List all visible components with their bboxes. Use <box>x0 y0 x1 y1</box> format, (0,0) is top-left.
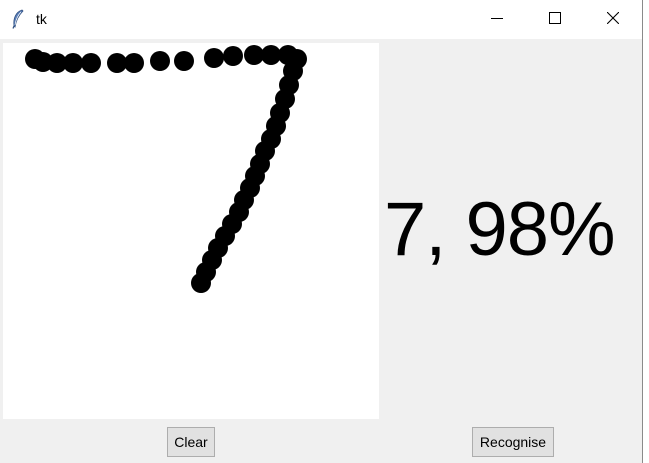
recognise-button[interactable]: Recognise <box>472 427 554 457</box>
close-icon <box>606 11 620 29</box>
minimize-icon <box>491 11 503 29</box>
app-window: tk 7, 98% Clear Recognise <box>0 0 643 463</box>
drawing-canvas[interactable] <box>3 43 379 419</box>
close-button[interactable] <box>584 0 642 39</box>
clear-button[interactable]: Clear <box>167 427 215 457</box>
maximize-icon <box>549 11 561 29</box>
title-bar[interactable]: tk <box>0 0 642 39</box>
recognition-result: 7, 98% <box>384 187 616 272</box>
feather-icon <box>10 9 26 29</box>
background-window-edge <box>643 0 649 463</box>
drawn-digit-strokes <box>25 45 307 293</box>
window-title: tk <box>36 11 47 27</box>
minimize-button[interactable] <box>468 0 526 39</box>
maximize-button[interactable] <box>526 0 584 39</box>
